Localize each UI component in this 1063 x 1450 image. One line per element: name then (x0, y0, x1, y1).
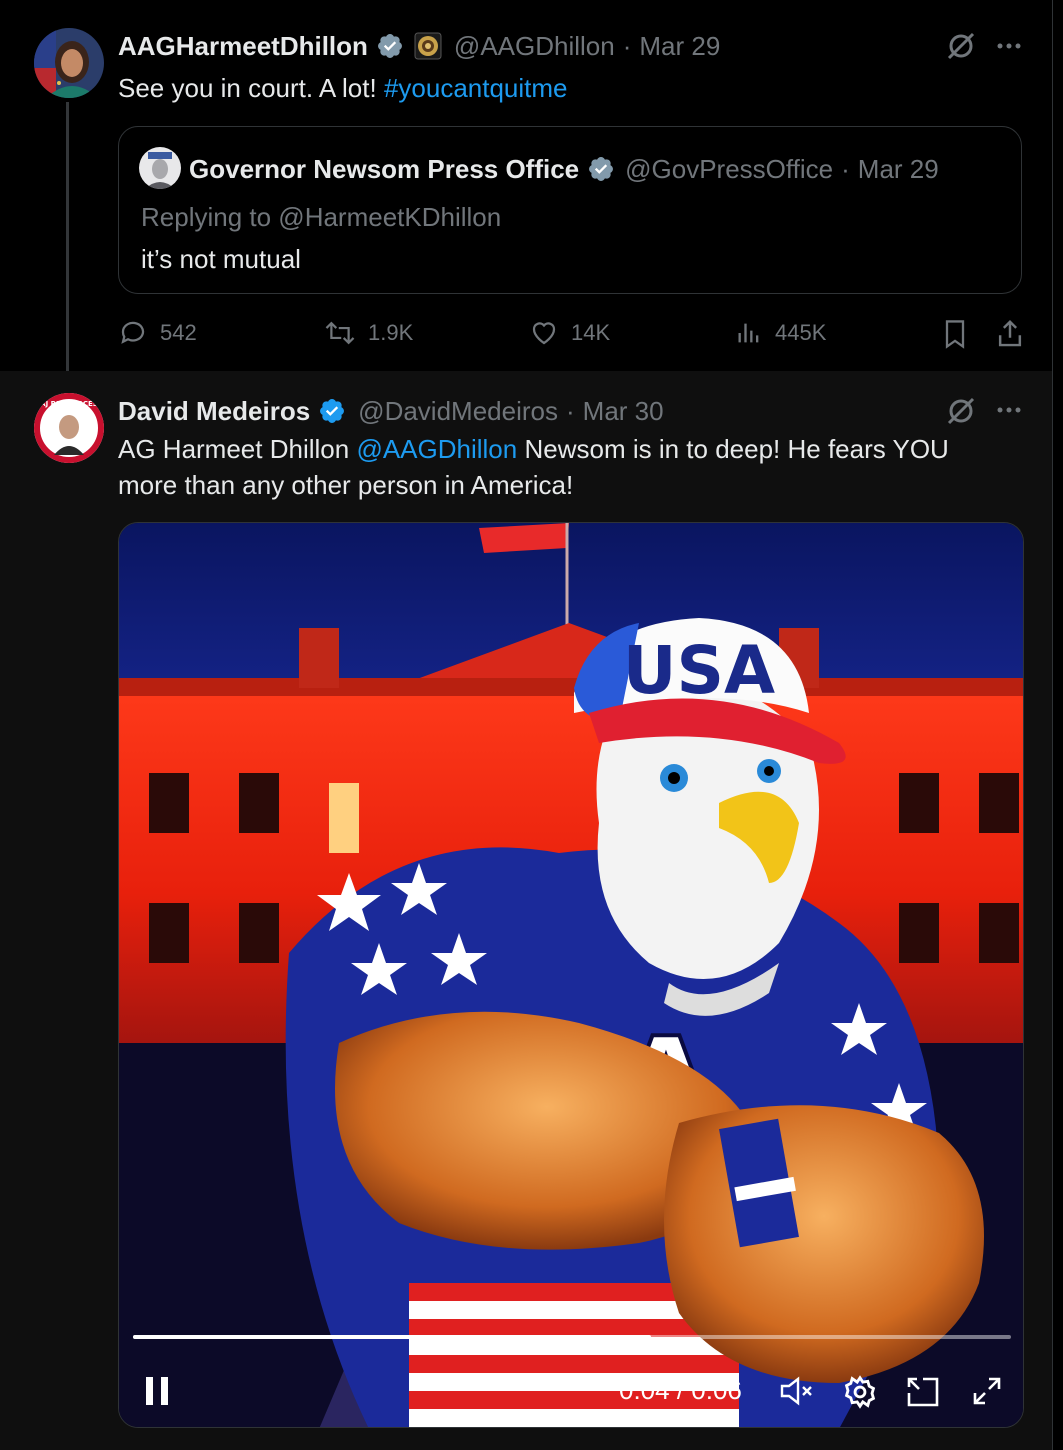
cap-text: USA (623, 632, 775, 709)
tweet-date[interactable]: Mar 30 (583, 396, 664, 427)
video-frame: USA USA (119, 523, 1023, 1427)
verified-badge-icon (589, 157, 614, 181)
author-handle[interactable]: @AAGDhillon (454, 31, 615, 62)
author-name[interactable]: David Medeiros (118, 396, 310, 427)
tweet-text: AG Harmeet Dhillon @AAGDhillon Newsom is… (118, 431, 1018, 503)
like-count: 14K (571, 320, 611, 345)
quote-author-name[interactable]: Governor Newsom Press Office (189, 154, 579, 185)
reply-icon (121, 321, 145, 344)
more-icon[interactable] (995, 36, 1023, 56)
verified-badge-icon (320, 399, 345, 423)
avatar-ring-text: AJ RESOURCES (40, 400, 98, 408)
more-icon[interactable] (995, 400, 1023, 420)
quote-author-handle[interactable]: @GovPressOffice (625, 154, 833, 185)
separator-dot: · (565, 395, 575, 426)
tweet-date[interactable]: Mar 29 (639, 31, 720, 62)
bookmark-icon[interactable] (941, 318, 969, 350)
views-button[interactable]: 445K (735, 318, 826, 348)
like-icon (532, 322, 556, 345)
reply-button[interactable]: 542 (118, 318, 197, 348)
grok-icon[interactable] (945, 395, 977, 427)
tweet-text-body: See you in court. A lot! (118, 73, 377, 103)
avatar[interactable]: AJ RESOURCES (34, 393, 104, 463)
author-name[interactable]: AAGHarmeetDhillon (118, 31, 368, 62)
thread-connector (66, 102, 69, 384)
tweet-header: AAGHarmeetDhillon @AAGDhillon · Mar 29 (118, 30, 720, 62)
pause-icon[interactable] (143, 1375, 173, 1407)
repost-icon (325, 321, 355, 345)
grok-icon[interactable] (945, 30, 977, 62)
share-icon[interactable] (995, 318, 1025, 350)
video-progress-fill (133, 1335, 652, 1339)
mention-link[interactable]: @AAGDhillon (356, 434, 517, 464)
quoted-tweet[interactable]: Governor Newsom Press Office @GovPressOf… (118, 126, 1022, 294)
views-icon (738, 323, 759, 343)
avatar[interactable] (139, 147, 181, 189)
pip-icon[interactable] (905, 1375, 941, 1409)
tweet-text-prefix: AG Harmeet Dhillon (118, 434, 350, 464)
like-button[interactable]: 14K (529, 318, 610, 348)
tweet-harmeet[interactable]: AAGHarmeetDhillon @AAGDhillon · Mar 29 S… (0, 0, 1052, 384)
quote-date[interactable]: Mar 29 (858, 154, 939, 185)
video-player[interactable]: USA USA 0:04 / 0:06 (118, 522, 1024, 1428)
fullscreen-icon[interactable] (971, 1375, 1003, 1407)
quote-text: it’s not mutual (141, 244, 301, 274)
video-progress-track[interactable] (133, 1335, 1011, 1339)
video-time: 0:04 / 0:06 (619, 1375, 742, 1405)
tweet-text-line1: Newsom is in to deep! He fears YOU (524, 434, 949, 464)
settings-icon[interactable] (843, 1375, 877, 1409)
author-handle[interactable]: @DavidMedeiros (358, 396, 558, 427)
reply-count: 542 (160, 320, 197, 345)
avatar[interactable] (34, 28, 104, 98)
mute-icon[interactable] (779, 1375, 815, 1407)
verified-badge-icon (377, 34, 402, 58)
replying-to[interactable]: Replying to @HarmeetKDhillon (141, 199, 501, 235)
tweet-header: David Medeiros @DavidMedeiros · Mar 30 (118, 395, 664, 427)
repost-count: 1.9K (368, 320, 414, 345)
tweet-text-line2: more than any other person in America! (118, 470, 574, 500)
separator-dot: · (841, 153, 850, 184)
views-count: 445K (775, 320, 827, 345)
hashtag-link[interactable]: #youcantquitme (384, 73, 568, 103)
scrollbar[interactable] (1052, 0, 1063, 1450)
gov-seal-icon (414, 32, 442, 60)
tweet-text: See you in court. A lot! #youcantquitme (118, 70, 568, 106)
repost-button[interactable]: 1.9K (324, 318, 413, 348)
separator-dot: · (622, 30, 632, 61)
quote-header: Governor Newsom Press Office @GovPressOf… (189, 153, 939, 185)
